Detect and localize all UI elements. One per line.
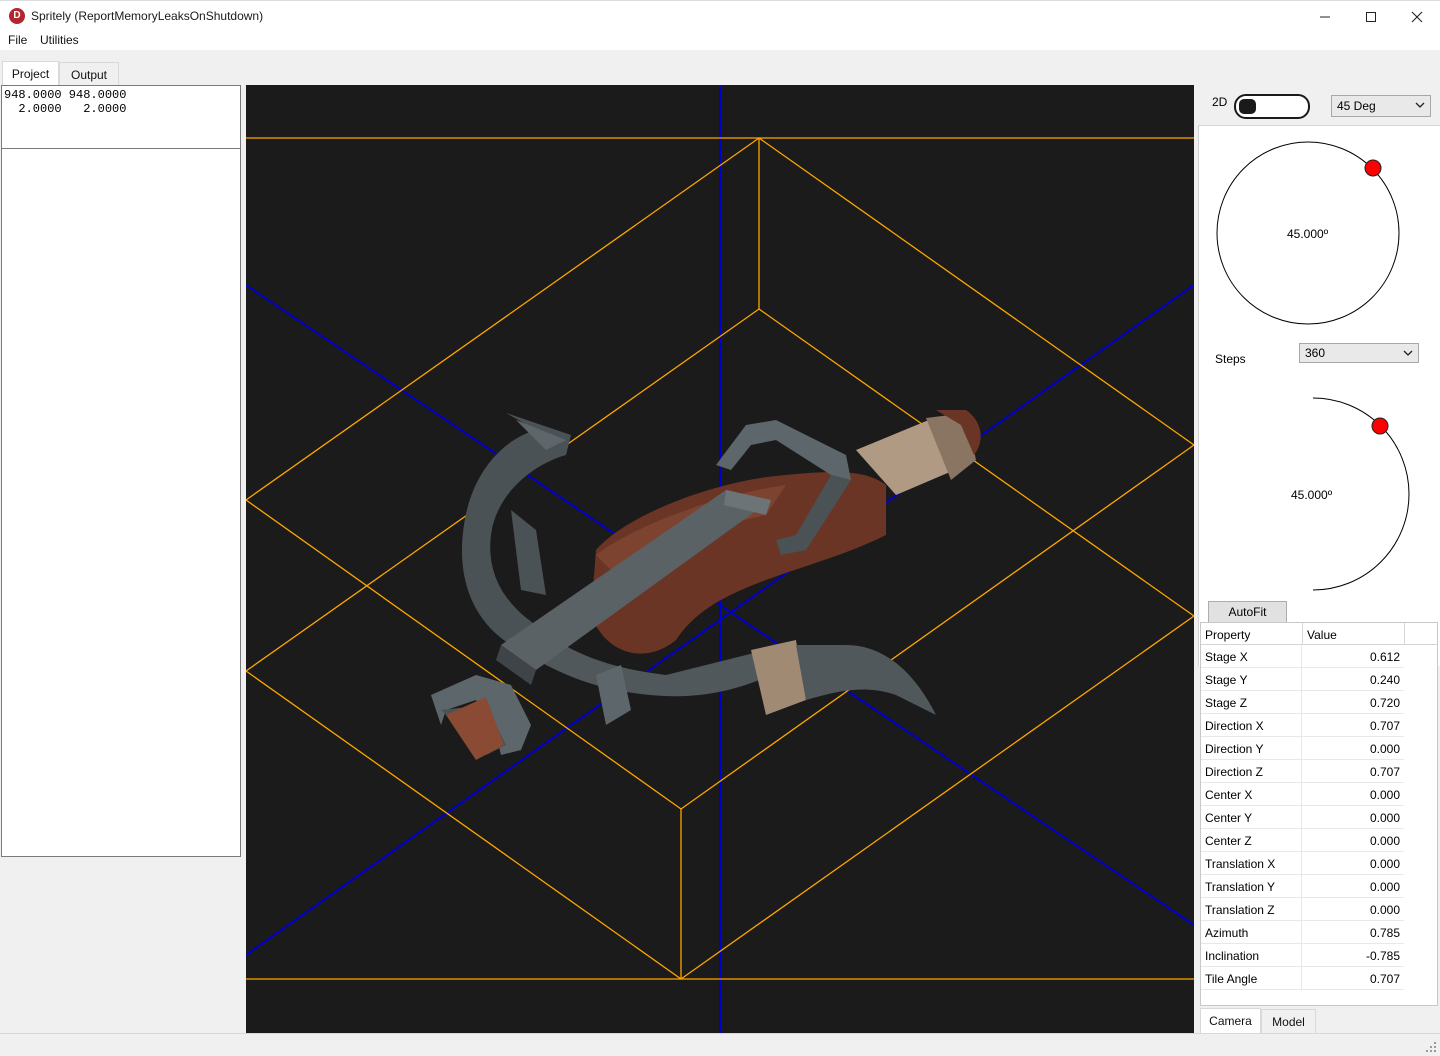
property-name: Translation Y	[1205, 880, 1276, 894]
minimize-icon	[1320, 16, 1330, 17]
3d-viewport[interactable]	[246, 85, 1194, 1033]
property-value[interactable]: 0.000	[1370, 742, 1400, 756]
toggle-2d[interactable]	[1234, 94, 1310, 119]
property-name: Direction X	[1205, 719, 1264, 733]
menu-file[interactable]: File	[8, 33, 27, 47]
property-value[interactable]: 0.000	[1370, 857, 1400, 871]
property-name: Translation X	[1205, 857, 1276, 871]
azimuth-handle[interactable]	[1364, 159, 1382, 177]
dial-area: 45.000º 45.000º	[1198, 126, 1440, 666]
property-name: Translation Z	[1205, 903, 1275, 917]
angle-select-value: 45 Deg	[1337, 99, 1376, 113]
tab-model[interactable]: Model	[1261, 1009, 1316, 1033]
property-name: Stage Z	[1205, 696, 1248, 710]
property-row[interactable]: Stage X 0.612	[1201, 645, 1404, 668]
project-text[interactable]: 948.0000 948.0000 2.0000 2.0000	[2, 86, 240, 149]
close-icon	[1411, 11, 1423, 22]
property-name: Center Y	[1205, 811, 1253, 825]
property-row[interactable]: Tile Angle 0.707	[1201, 967, 1404, 990]
property-row[interactable]: Azimuth 0.785	[1201, 921, 1404, 944]
property-row[interactable]: Center Z 0.000	[1201, 829, 1404, 852]
property-value[interactable]: -0.785	[1366, 949, 1400, 963]
property-name: Inclination	[1205, 949, 1260, 963]
tab-camera[interactable]: Camera	[1200, 1008, 1261, 1033]
label-2d: 2D	[1212, 95, 1228, 109]
property-name: Stage Y	[1205, 673, 1248, 687]
steps-select-value: 360	[1305, 346, 1326, 360]
inclination-handle[interactable]	[1371, 417, 1389, 435]
property-value[interactable]: 0.612	[1370, 650, 1400, 664]
maximize-button[interactable]	[1348, 1, 1394, 32]
property-name: Direction Y	[1205, 742, 1264, 756]
property-value[interactable]: 0.000	[1370, 811, 1400, 825]
status-bar	[0, 1033, 1440, 1056]
maximize-icon	[1366, 11, 1376, 22]
property-row[interactable]: Translation X 0.000	[1201, 852, 1404, 875]
menu-utilities[interactable]: Utilities	[40, 33, 79, 47]
angle-select[interactable]: 45 Deg	[1331, 95, 1431, 117]
property-value[interactable]: 0.707	[1370, 972, 1400, 986]
property-name: Direction Z	[1205, 765, 1264, 779]
azimuth-value: 45.000º	[1287, 227, 1329, 241]
property-row[interactable]: Stage Y 0.240	[1201, 668, 1404, 691]
app-icon: D	[9, 8, 25, 24]
crossbow-model	[431, 410, 981, 760]
close-button[interactable]	[1394, 1, 1440, 32]
property-grid: Property Value Stage X 0.612 Stage Y 0.240 S…	[1200, 622, 1438, 1006]
property-row[interactable]: Direction Y 0.000	[1201, 737, 1404, 760]
header-property[interactable]: Property	[1205, 628, 1250, 642]
property-value[interactable]: 0.240	[1370, 673, 1400, 687]
inclination-value: 45.000º	[1291, 488, 1333, 502]
chevron-down-icon	[1403, 347, 1413, 361]
property-row[interactable]: Direction X 0.707	[1201, 714, 1404, 737]
tab-output[interactable]: Output	[59, 62, 119, 86]
project-panel: 948.0000 948.0000 2.0000 2.0000	[1, 85, 241, 857]
autofit-button[interactable]: AutoFit	[1208, 601, 1287, 623]
property-row[interactable]: Center X 0.000	[1201, 783, 1404, 806]
property-name: Center X	[1205, 788, 1253, 802]
resize-grip-icon[interactable]	[1425, 1041, 1437, 1053]
steps-select[interactable]: 360	[1299, 343, 1419, 363]
menu-bar: File Utilities	[0, 31, 1440, 50]
toggle-knob	[1239, 99, 1256, 114]
steps-label: Steps	[1215, 352, 1246, 366]
tab-project[interactable]: Project	[2, 61, 59, 86]
chevron-down-icon	[1415, 99, 1425, 113]
minimize-button[interactable]	[1302, 1, 1348, 32]
property-row[interactable]: Translation Y 0.000	[1201, 875, 1404, 898]
property-row[interactable]: Center Y 0.000	[1201, 806, 1404, 829]
window-title: Spritely (ReportMemoryLeaksOnShutdown)	[31, 9, 264, 23]
property-value[interactable]: 0.000	[1370, 834, 1400, 848]
scene-svg	[246, 85, 1194, 1033]
property-row[interactable]: Stage Z 0.720	[1201, 691, 1404, 714]
property-grid-header: Property Value	[1201, 623, 1437, 645]
property-name: Tile Angle	[1205, 972, 1258, 986]
property-row[interactable]: Translation Z 0.000	[1201, 898, 1404, 921]
property-value[interactable]: 0.707	[1370, 719, 1400, 733]
property-name: Azimuth	[1205, 926, 1249, 940]
header-value[interactable]: Value	[1307, 628, 1337, 642]
property-value[interactable]: 0.785	[1370, 926, 1400, 940]
title-bar: D Spritely (ReportMemoryLeaksOnShutdown)	[0, 0, 1440, 31]
property-value[interactable]: 0.000	[1370, 788, 1400, 802]
property-row[interactable]: Inclination -0.785	[1201, 944, 1404, 967]
property-name: Stage X	[1205, 650, 1248, 664]
property-value[interactable]: 0.720	[1370, 696, 1400, 710]
property-value[interactable]: 0.000	[1370, 903, 1400, 917]
property-value[interactable]: 0.000	[1370, 880, 1400, 894]
camera-panel: 2D 45 Deg 45.000º 45.000º Steps 360 Auto…	[1198, 85, 1440, 1033]
property-row[interactable]: Direction Z 0.707	[1201, 760, 1404, 783]
property-name: Center Z	[1205, 834, 1252, 848]
property-value[interactable]: 0.707	[1370, 765, 1400, 779]
